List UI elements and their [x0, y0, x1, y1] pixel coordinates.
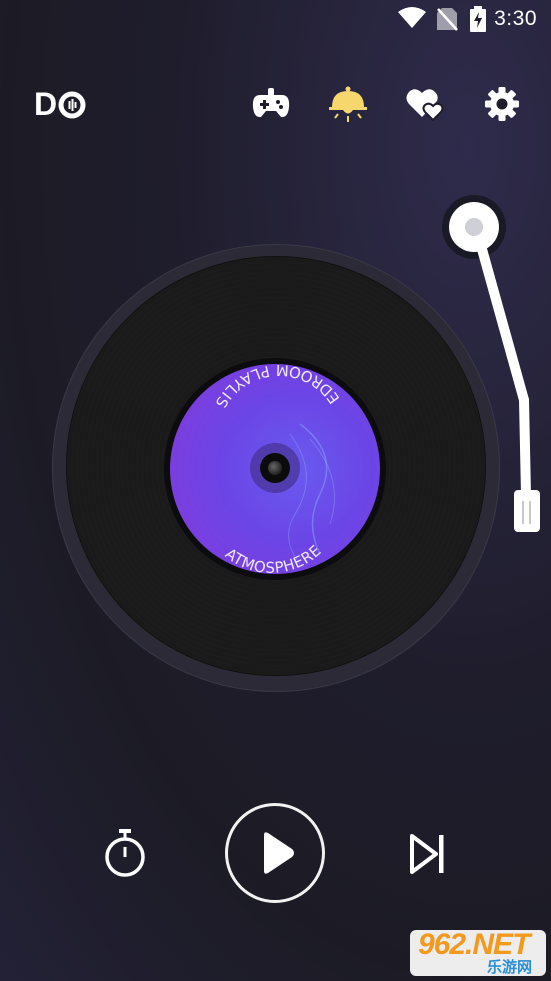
gear-icon: [485, 87, 519, 121]
next-button[interactable]: [406, 830, 450, 878]
watermark-sub-text: 乐游网: [487, 959, 533, 976]
game-button[interactable]: [251, 84, 291, 124]
lamp-button[interactable]: [328, 84, 368, 124]
battery-charging-icon: [470, 6, 486, 32]
no-sim-icon: [437, 8, 458, 31]
skip-next-icon: [410, 834, 444, 874]
favorites-button[interactable]: [405, 84, 445, 124]
play-icon: [264, 832, 294, 874]
gamepad-icon: [252, 88, 290, 118]
sun-lamp-icon: [329, 86, 367, 122]
play-button[interactable]: [225, 803, 325, 903]
logo-sound-icon: [58, 91, 86, 118]
timer-button[interactable]: [100, 826, 150, 880]
timer-icon: [105, 829, 145, 877]
status-time: 3:30: [494, 7, 537, 30]
tonearm[interactable]: [436, 190, 546, 540]
wifi-icon: [398, 7, 426, 28]
status-bar: 3:30: [0, 0, 551, 38]
spindle-center: [268, 461, 282, 475]
settings-button[interactable]: [482, 84, 522, 124]
app-logo: D: [34, 86, 87, 123]
logo-letter: D: [34, 86, 57, 122]
hearts-icon: [406, 89, 444, 121]
